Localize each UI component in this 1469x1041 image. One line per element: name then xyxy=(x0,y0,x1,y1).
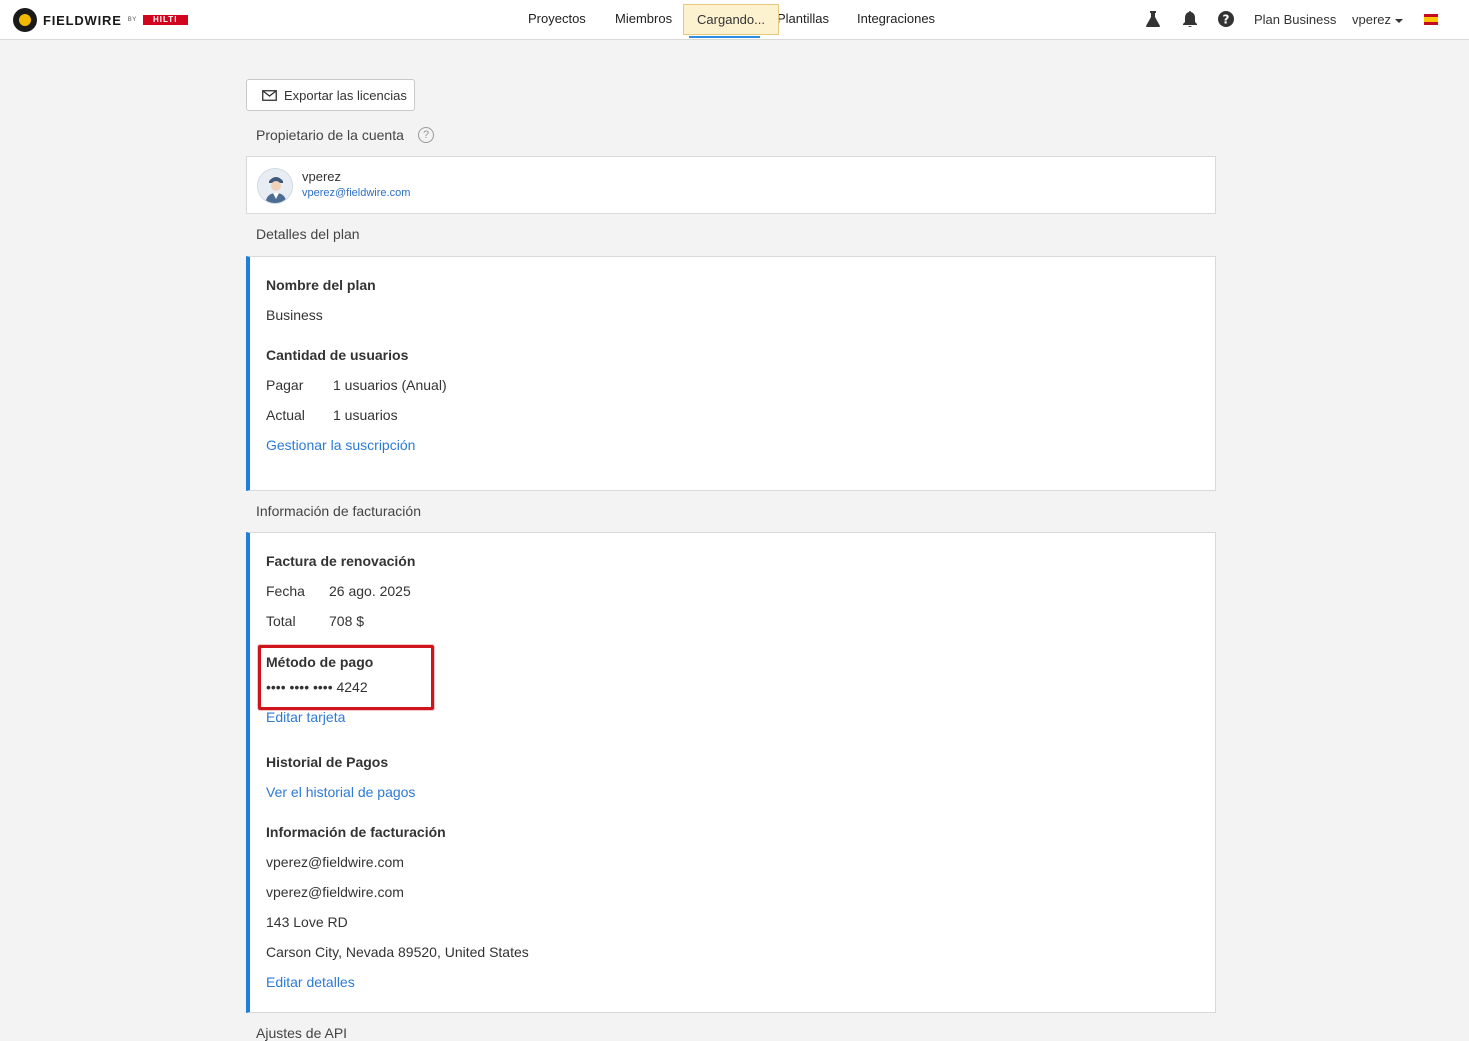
nav-templates[interactable]: Plantillas xyxy=(777,11,829,26)
flask-icon[interactable] xyxy=(1146,11,1160,27)
users-count-label: Cantidad de usuarios xyxy=(266,347,409,363)
top-navbar: FIELDWIRE BY HILTI Proyectos Miembros Pl… xyxy=(0,0,1469,40)
owner-username: vperez xyxy=(302,169,342,184)
bell-icon[interactable] xyxy=(1183,11,1197,27)
chevron-down-icon[interactable] xyxy=(1395,19,1403,23)
plan-name-label: Nombre del plan xyxy=(266,277,376,293)
billing-address-line-2: Carson City, Nevada 89520, United States xyxy=(266,944,529,960)
plan-badge[interactable]: Plan Business xyxy=(1254,12,1336,27)
date-label: Fecha xyxy=(266,583,305,599)
billing-info-label: Información de facturación xyxy=(266,824,446,840)
spain-flag-icon[interactable] xyxy=(1424,14,1438,25)
billing-email-2: vperez@fieldwire.com xyxy=(266,884,404,900)
user-menu[interactable]: vperez xyxy=(1352,12,1391,27)
loading-indicator: Cargando... xyxy=(683,4,779,35)
svg-text:?: ? xyxy=(1223,13,1230,27)
nav-projects[interactable]: Proyectos xyxy=(528,11,586,26)
edit-details-link[interactable]: Editar detalles xyxy=(266,974,355,990)
owner-email-link[interactable]: vperez@fieldwire.com xyxy=(302,187,410,199)
brand-name: FIELDWIRE xyxy=(43,12,122,28)
avatar xyxy=(257,168,293,204)
loading-text: Cargando... xyxy=(697,12,765,27)
export-licenses-button[interactable]: Exportar las licencias xyxy=(246,79,415,111)
export-licenses-label: Exportar las licencias xyxy=(284,87,407,103)
pay-label: Pagar xyxy=(266,377,304,393)
total-value: 708 $ xyxy=(329,613,365,629)
plan-details-card: Nombre del plan Business Cantidad de usu… xyxy=(246,256,1216,491)
question-icon[interactable]: ? xyxy=(1218,11,1234,27)
envelope-icon xyxy=(262,89,277,101)
brand-by: BY xyxy=(127,17,137,23)
payment-method-highlight xyxy=(258,645,434,710)
active-tab-indicator xyxy=(689,36,760,38)
plan-section-title: Detalles del plan xyxy=(256,226,360,242)
billing-section-title: Información de facturación xyxy=(256,503,421,519)
current-value: 1 usuarios xyxy=(333,407,398,423)
edit-card-link[interactable]: Editar tarjeta xyxy=(266,709,345,725)
payment-history-label: Historial de Pagos xyxy=(266,754,389,770)
date-value: 26 ago. 2025 xyxy=(329,583,411,599)
owner-card: vperez vperez@fieldwire.com xyxy=(246,156,1216,214)
nav-members[interactable]: Miembros xyxy=(615,11,672,26)
billing-card: Factura de renovación Fecha 26 ago. 2025… xyxy=(246,532,1216,1013)
total-label: Total xyxy=(266,613,296,629)
owner-section-title: Propietario de la cuenta xyxy=(256,127,404,143)
hilti-logo: HILTI xyxy=(142,15,188,25)
renewal-invoice-label: Factura de renovación xyxy=(266,553,416,569)
fieldwire-logo[interactable]: FIELDWIRE BY HILTI xyxy=(13,7,188,33)
pay-value: 1 usuarios (Anual) xyxy=(333,377,447,393)
nav-integrations[interactable]: Integraciones xyxy=(857,11,935,26)
plan-name-value: Business xyxy=(266,307,323,323)
billing-email-1: vperez@fieldwire.com xyxy=(266,854,404,870)
current-label: Actual xyxy=(266,407,305,423)
help-circle-icon[interactable]: ? xyxy=(418,127,434,143)
manage-subscription-link[interactable]: Gestionar la suscripción xyxy=(266,437,415,453)
fieldwire-logo-icon xyxy=(13,8,37,32)
payment-history-link[interactable]: Ver el historial de pagos xyxy=(266,784,415,800)
api-section-title: Ajustes de API xyxy=(256,1025,348,1041)
billing-address-line-1: 143 Love RD xyxy=(266,914,348,930)
